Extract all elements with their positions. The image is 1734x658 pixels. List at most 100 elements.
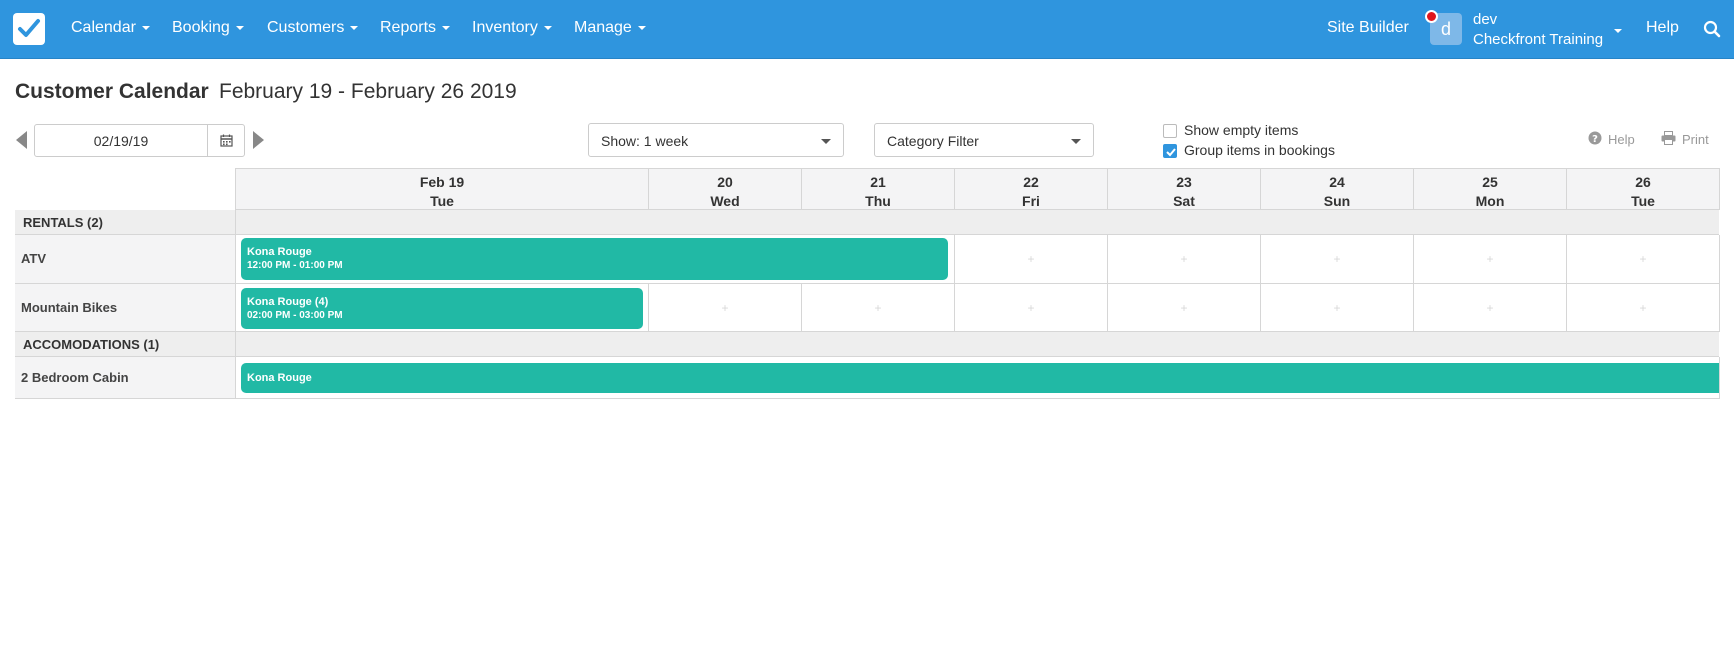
nav-manage-label: Manage (574, 19, 632, 36)
nav-reports-label: Reports (380, 19, 437, 36)
help-link[interactable]: Help (1608, 132, 1635, 147)
nav-site-builder[interactable]: Site Builder (1327, 19, 1409, 37)
day-date: 25 (1482, 174, 1498, 190)
booking-block[interactable]: Kona Rouge (4) 02:00 PM - 03:00 PM (241, 288, 643, 329)
group-label: ACCOMODATIONS (1) (23, 337, 160, 352)
nav-booking[interactable]: Booking (172, 19, 244, 37)
nav-reports[interactable]: Reports (380, 19, 451, 37)
caret-down-icon (141, 25, 150, 30)
divider (235, 210, 236, 235)
empty-slot[interactable]: + (1414, 284, 1567, 332)
day-header: 26 Tue (1567, 168, 1720, 210)
caret-down-icon (543, 25, 552, 30)
caret-down-icon (442, 25, 451, 30)
caret-down-icon (350, 25, 359, 30)
plus-icon: + (1333, 252, 1341, 266)
show-empty-items-checkbox[interactable] (1163, 124, 1177, 138)
booking-name: Kona Rouge (247, 246, 312, 258)
day-header: 25 Mon (1414, 168, 1567, 210)
category-filter-value: Category Filter (887, 133, 979, 149)
group-label: RENTALS (2) (23, 215, 103, 230)
calendar-corner (15, 168, 236, 210)
svg-text:?: ? (1592, 134, 1598, 145)
empty-slot[interactable]: + (955, 284, 1108, 332)
nav-help[interactable]: Help (1646, 19, 1679, 37)
empty-slot[interactable]: + (1261, 235, 1414, 284)
nav-customers-label: Customers (267, 19, 345, 36)
plus-icon: + (1027, 300, 1035, 315)
nav-inventory-label: Inventory (472, 19, 538, 36)
booking-block[interactable]: Kona Rouge (241, 363, 1719, 393)
nav-customers[interactable]: Customers (267, 19, 359, 37)
category-filter-select[interactable]: Category Filter (874, 123, 1094, 157)
plus-icon: + (1333, 300, 1341, 315)
plus-icon: + (1486, 300, 1494, 315)
help-circle-icon[interactable]: ? (1588, 131, 1602, 150)
empty-slot[interactable]: + (802, 284, 955, 332)
empty-slot[interactable]: + (1414, 235, 1567, 284)
empty-slot[interactable]: + (955, 235, 1108, 284)
next-week-arrow-icon[interactable] (253, 131, 264, 149)
prev-week-arrow-icon[interactable] (16, 131, 27, 149)
show-empty-items-label[interactable]: Show empty items (1184, 122, 1298, 138)
divider (235, 332, 236, 357)
plus-icon: + (1639, 252, 1647, 266)
day-dow: Sat (1173, 193, 1195, 209)
notification-dot-icon (1425, 10, 1438, 23)
user-org[interactable]: Checkfront Training (1473, 31, 1603, 48)
empty-slot[interactable]: + (1108, 284, 1261, 332)
day-date: 20 (717, 174, 733, 190)
day-dow: Sun (1323, 193, 1351, 209)
caret-down-icon (1614, 28, 1622, 33)
plus-icon: + (1180, 252, 1188, 266)
day-header: 20 Wed (649, 168, 802, 210)
user-name[interactable]: dev (1473, 11, 1497, 28)
group-items-checkbox[interactable] (1163, 144, 1177, 158)
plus-icon: + (1180, 300, 1188, 315)
day-header: 21 Thu (802, 168, 955, 210)
day-date: 21 (870, 174, 886, 190)
day-dow: Fri (1022, 193, 1040, 209)
print-link[interactable]: Print (1682, 132, 1709, 147)
group-items-label[interactable]: Group items in bookings (1184, 142, 1335, 158)
check-icon (1166, 148, 1176, 157)
checkfront-logo-icon[interactable] (13, 13, 45, 45)
dropdown-caret-icon (1071, 139, 1081, 144)
plus-icon: + (874, 300, 882, 315)
group-row: ACCOMODATIONS (1) (15, 332, 1719, 357)
day-date: Feb 19 (419, 174, 465, 190)
day-dow: Tue (430, 193, 454, 209)
day-header: 22 Fri (955, 168, 1108, 210)
dropdown-caret-icon (821, 139, 831, 144)
booking-block[interactable]: Kona Rouge 12:00 PM - 01:00 PM (241, 238, 948, 280)
day-header: Feb 19 Tue (235, 168, 649, 210)
day-dow: Tue (1631, 193, 1655, 209)
empty-slot[interactable]: + (1567, 235, 1720, 284)
nav-calendar[interactable]: Calendar (71, 19, 150, 37)
nav-inventory[interactable]: Inventory (472, 19, 552, 37)
search-icon[interactable] (1703, 20, 1721, 43)
nav-manage[interactable]: Manage (574, 19, 646, 37)
day-dow: Wed (710, 193, 740, 209)
item-label[interactable]: 2 Bedroom Cabin (15, 357, 236, 399)
empty-slot[interactable]: + (649, 284, 802, 332)
print-icon[interactable] (1661, 131, 1676, 150)
plus-icon: + (721, 300, 729, 315)
empty-slot[interactable]: + (1567, 284, 1720, 332)
empty-slot[interactable]: + (1108, 235, 1261, 284)
page-subtitle: February 19 - February 26 2019 (219, 80, 517, 103)
calendar-picker-button[interactable] (207, 124, 245, 157)
booking-time: 02:00 PM - 03:00 PM (247, 310, 343, 321)
user-menu-caret[interactable] (1608, 22, 1622, 40)
plus-icon: + (1486, 252, 1494, 266)
calendar-icon (220, 134, 233, 147)
caret-down-icon (637, 25, 646, 30)
day-header: 23 Sat (1108, 168, 1261, 210)
show-range-select[interactable]: Show: 1 week (588, 123, 844, 157)
booking-name: Kona Rouge (247, 372, 312, 384)
item-label[interactable]: Mountain Bikes (15, 284, 236, 332)
item-label[interactable]: ATV (15, 235, 236, 284)
empty-slot[interactable]: + (1261, 284, 1414, 332)
plus-icon: + (1027, 252, 1035, 266)
date-input[interactable] (34, 124, 208, 157)
